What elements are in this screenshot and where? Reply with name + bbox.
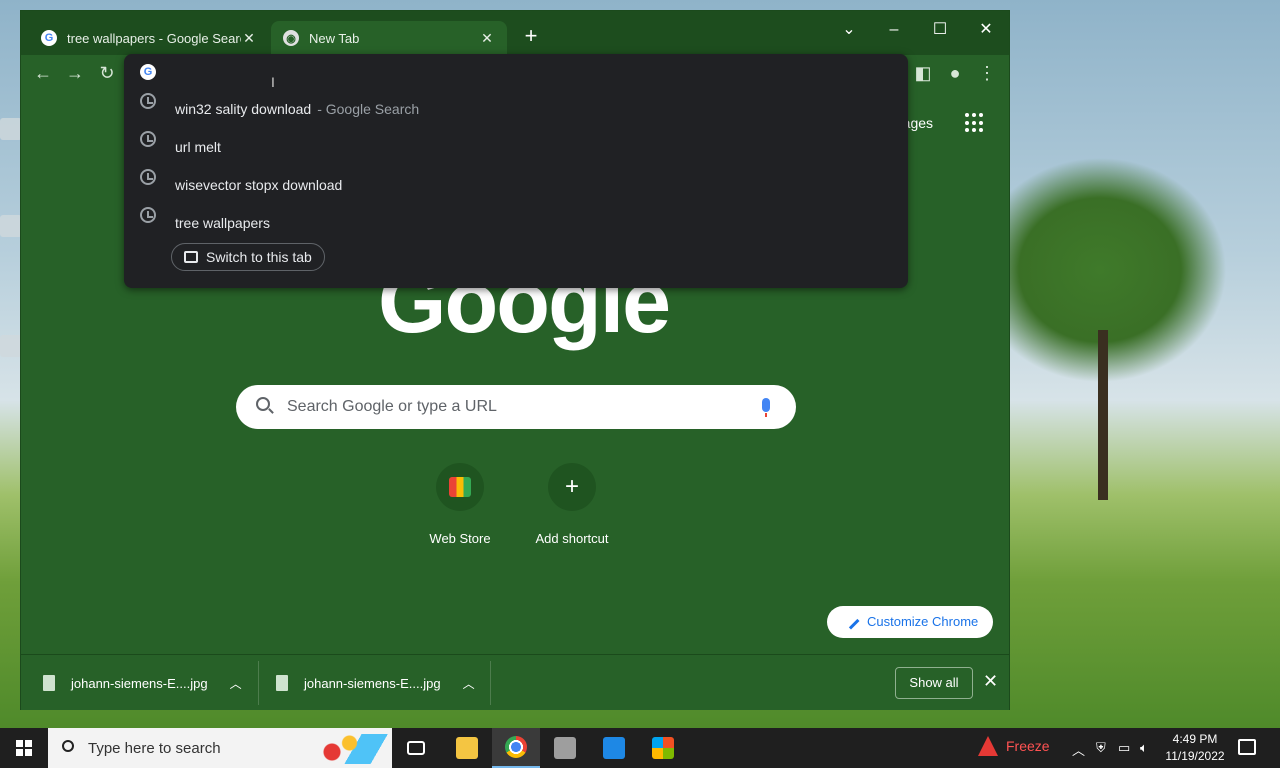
omnibox-dropdown: G I win32 sality download - Google Search… — [124, 54, 908, 288]
history-clock-icon — [140, 169, 156, 185]
address-bar-input[interactable]: G I — [124, 54, 908, 90]
tab-title: tree wallpapers - Google Search — [67, 30, 241, 46]
side-panel-icon[interactable]: ◧ — [911, 61, 935, 85]
history-clock-icon — [140, 93, 156, 109]
tab-icon — [184, 251, 198, 263]
switch-tab-label: Switch to this tab — [206, 249, 312, 265]
suggestion-subtext: - Google Search — [317, 101, 420, 117]
voice-search-mic-icon[interactable] — [762, 398, 770, 417]
chevron-up-icon[interactable]: ︿ — [1072, 740, 1085, 759]
desktop-icon[interactable] — [0, 335, 22, 357]
omnibox-suggestion[interactable]: win32 sality download - Google Search — [124, 90, 908, 128]
shortcut-web-store[interactable]: Web Store — [410, 463, 510, 546]
clock-date: 11/19/2022 — [1165, 749, 1225, 763]
wallpaper-tree — [1098, 330, 1108, 500]
file-explorer-icon[interactable] — [443, 728, 491, 768]
web-store-icon — [436, 463, 484, 511]
desktop-icon[interactable] — [0, 118, 22, 140]
google-g-icon: G — [140, 64, 156, 80]
windows-logo-icon — [16, 740, 32, 756]
back-arrow-icon[interactable]: ← — [31, 61, 55, 85]
search-icon — [62, 740, 74, 752]
divider — [258, 661, 259, 705]
tab-title: New Tab — [309, 30, 360, 46]
shortcut-label: Web Store — [429, 531, 491, 546]
chrome-icon: ◉ — [283, 30, 299, 46]
start-button[interactable] — [0, 728, 48, 768]
shortcut-label: Add shortcut — [535, 531, 609, 546]
desktop-icon[interactable] — [0, 215, 22, 237]
close-window-button[interactable]: ✕ — [963, 15, 1009, 45]
close-tab-icon[interactable]: ✕ — [241, 30, 257, 47]
suggestion-text: win32 sality download — [175, 101, 312, 117]
taskbar-search-placeholder: Type here to search — [88, 740, 221, 757]
omnibox-suggestion[interactable]: tree wallpapers — [124, 204, 908, 242]
menu-kebab-icon[interactable]: ⋮ — [975, 61, 999, 85]
ntp-search-input[interactable]: Search Google or type a URL — [236, 385, 796, 429]
chrome-taskbar-icon[interactable] — [492, 728, 540, 768]
shortcut-add[interactable]: + Add shortcut — [522, 463, 622, 546]
google-apps-icon[interactable] — [965, 113, 985, 133]
tab-search-chevron-icon[interactable]: ⌄ — [826, 15, 872, 45]
suggestion-text: wisevector stopx download — [175, 177, 343, 193]
system-clock[interactable]: 4:49 PM 11/19/2022 — [1160, 731, 1230, 765]
close-tab-icon[interactable]: ✕ — [479, 30, 495, 47]
new-tab-button[interactable]: + — [519, 25, 543, 49]
chevron-up-icon[interactable]: ︿ — [230, 675, 242, 692]
omnibox-suggestion[interactable]: url melt — [124, 128, 908, 166]
suggestion-text: tree wallpapers — [175, 215, 270, 231]
customize-label: Customize Chrome — [867, 614, 979, 629]
freeze-app-button[interactable]: Freeze — [978, 736, 1050, 756]
customize-chrome-button[interactable]: Customize Chrome — [827, 606, 993, 638]
tab-tree-wallpapers[interactable]: G tree wallpapers - Google Search ✕ — [29, 21, 269, 55]
forward-arrow-icon[interactable]: → — [63, 61, 87, 85]
switch-to-tab-button[interactable]: Switch to this tab — [171, 243, 325, 271]
maximize-button[interactable]: ☐ — [917, 15, 963, 45]
search-highlight-illustration — [318, 734, 388, 764]
download-filename: johann-siemens-E....jpg — [71, 675, 208, 691]
profile-avatar-icon[interactable]: ● — [943, 61, 967, 85]
taskbar-search-input[interactable]: Type here to search — [48, 728, 392, 768]
suggestion-text: url melt — [175, 139, 221, 155]
app-taskbar-icon[interactable] — [541, 728, 589, 768]
show-all-downloads-button[interactable]: Show all — [895, 667, 973, 699]
tab-strip: G tree wallpapers - Google Search ✕ ◉ Ne… — [21, 11, 1009, 55]
security-shield-icon[interactable]: ⛨ — [1096, 740, 1106, 756]
volume-icon[interactable]: 🔈︎ — [1140, 740, 1148, 756]
download-item[interactable]: johann-siemens-E....jpg ︿ — [43, 663, 242, 703]
search-icon — [256, 397, 270, 411]
download-shelf: johann-siemens-E....jpg ︿ johann-siemens… — [21, 654, 1009, 710]
clock-time: 4:49 PM — [1172, 732, 1218, 746]
reload-icon[interactable]: ↻ — [95, 61, 119, 85]
search-placeholder: Search Google or type a URL — [287, 398, 497, 415]
history-clock-icon — [140, 207, 156, 223]
chevron-up-icon[interactable]: ︿ — [463, 675, 475, 692]
plus-icon: + — [548, 463, 596, 511]
network-icon[interactable]: ▭ — [1118, 740, 1130, 756]
file-icon — [276, 675, 288, 691]
store-icon[interactable] — [639, 728, 687, 768]
suggestion-text-wrap: win32 sality download - Google Search — [175, 101, 419, 117]
chrome-window: G tree wallpapers - Google Search ✕ ◉ Ne… — [20, 10, 1010, 710]
task-view-icon[interactable] — [392, 728, 440, 768]
history-clock-icon — [140, 131, 156, 147]
file-icon — [43, 675, 55, 691]
windows-taskbar: Type here to search Freeze ︿ ⛨ ▭ 🔈︎ 4:49… — [0, 728, 1280, 768]
google-g-icon: G — [41, 30, 57, 46]
omnibox-suggestion[interactable]: wisevector stopx download — [124, 166, 908, 204]
download-item[interactable]: johann-siemens-E....jpg ︿ — [276, 663, 475, 703]
close-download-shelf-icon[interactable]: ✕ — [983, 671, 998, 692]
divider — [490, 661, 491, 705]
pencil-icon — [842, 612, 860, 630]
photos-icon[interactable] — [590, 728, 638, 768]
freeze-label: Freeze — [1006, 738, 1050, 754]
notification-icon[interactable] — [1238, 739, 1256, 755]
download-filename: johann-siemens-E....jpg — [304, 675, 441, 691]
freeze-warning-icon — [978, 736, 998, 756]
text-cursor-icon: I — [271, 74, 275, 90]
minimize-button[interactable]: – — [871, 15, 917, 45]
tab-new-tab[interactable]: ◉ New Tab ✕ — [271, 21, 507, 55]
